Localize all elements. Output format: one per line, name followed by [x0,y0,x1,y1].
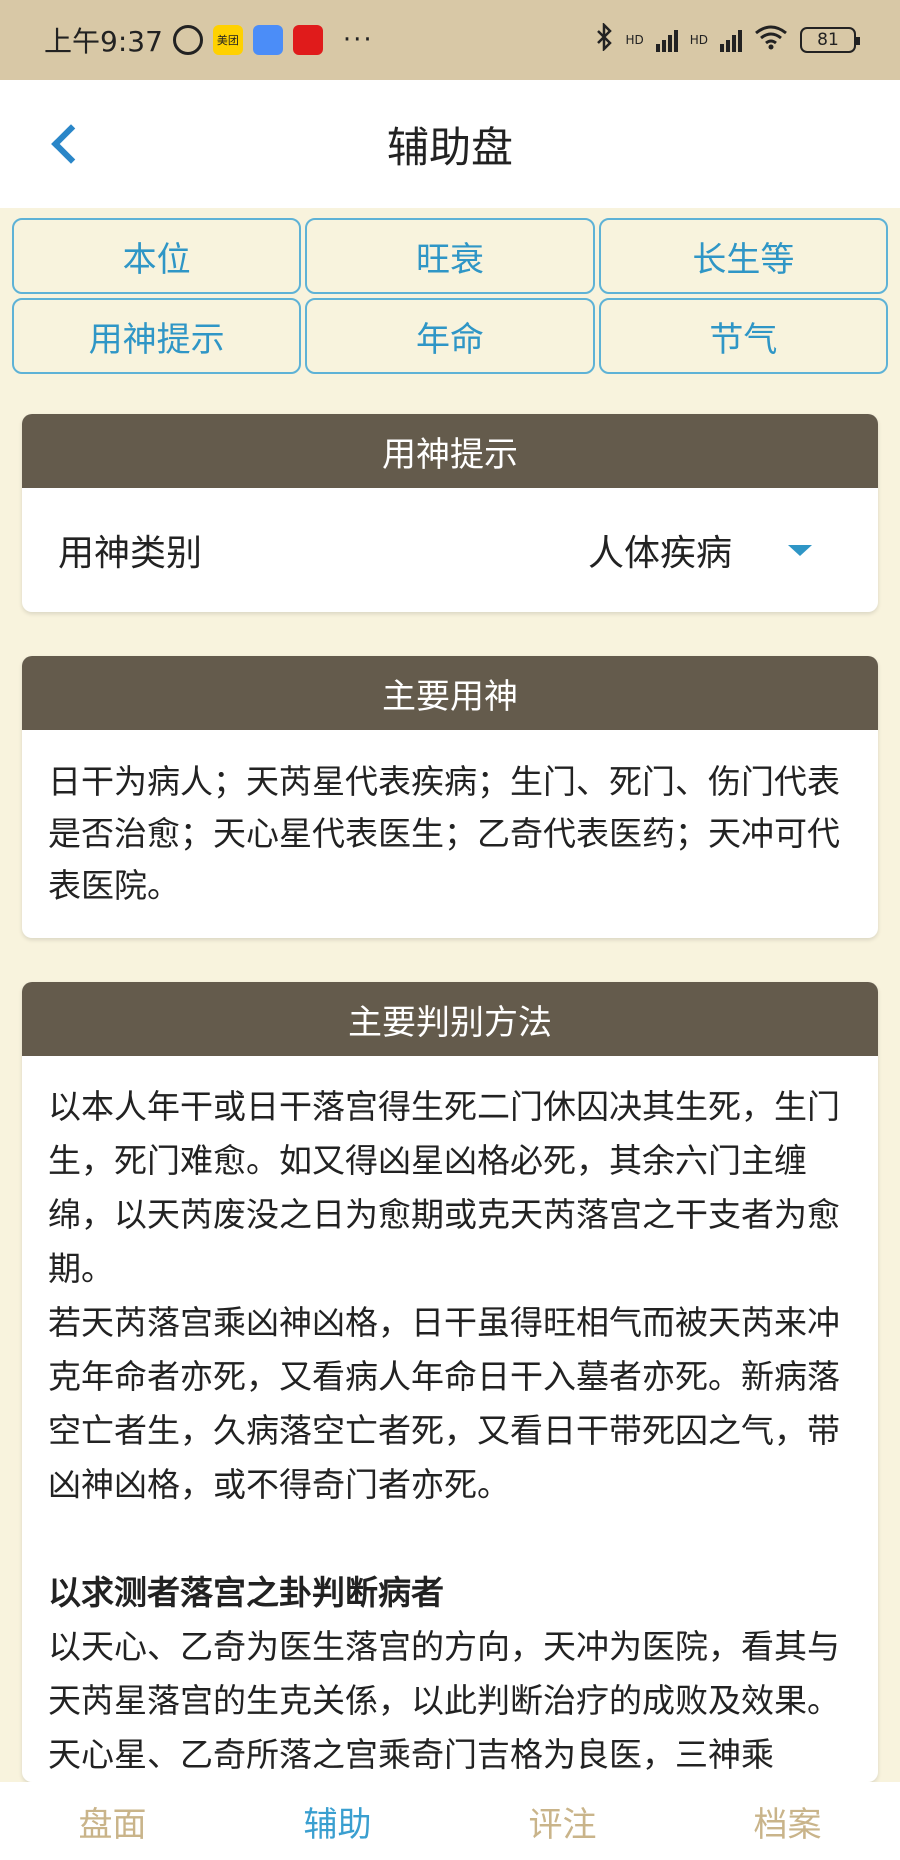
nav-panmian[interactable]: 盘面 [0,1782,225,1860]
alarm-icon [172,25,203,55]
card-header: 主要用神 [22,656,878,730]
chevron-left-icon [51,124,91,164]
meituan-app-icon: 美团 [212,25,243,55]
category-dropdown[interactable]: 人体疾病 [588,524,842,576]
red-app-icon [292,25,323,55]
category-select-row: 用神类别 人体疾病 [22,488,878,612]
nav-dangan[interactable]: 档案 [675,1782,900,1860]
dropdown-arrow-icon [788,544,812,556]
tab-jieqi[interactable]: 节气 [598,298,888,374]
tab-yongshen-tishi[interactable]: 用神提示 [12,298,302,374]
hd-label-2: HD [689,33,708,47]
tab-grid: 本位 旺衰 长生等 用神提示 年命 节气 [12,218,888,374]
method-card: 主要判别方法 以本人年干或日干落宫得生死二门休囚决其生死，生门生，死门难愈。如又… [22,982,878,1782]
category-value: 人体疾病 [587,533,732,574]
hd-label-1: HD [625,33,644,47]
page-title: 辅助盘 [386,122,513,172]
app-header: 辅助盘 [0,80,900,208]
more-notifications-icon: ··· [342,25,374,55]
blue-app-icon [252,25,283,55]
battery-icon: 81 [800,27,860,53]
method-paragraph-1: 以本人年干或日干落宫得生死二门休囚决其生死，生门生，死门难愈。如又得凶星凶格必死… [48,1087,840,1288]
category-label: 用神类别 [58,533,203,574]
card-header: 用神提示 [22,414,878,488]
main-yongshen-text: 日干为病人；天芮星代表疾病；生门、死门、伤门代表是否治愈；天心星代表医生；乙奇代… [48,762,840,905]
status-right: HD HD 81 [595,21,860,58]
nav-fuzhu[interactable]: 辅助 [225,1782,450,1860]
method-paragraph-3: 以天心、乙奇为医生落宫的方向，天冲为医院，看其与天芮星落宫的生克关係，以此判断治… [48,1627,840,1720]
back-button[interactable] [40,114,91,174]
signal-icon-2 [720,28,742,52]
bottom-nav: 盘面 辅助 评注 档案 [0,1782,900,1860]
method-subtitle: 以求测者落宫之卦判断病者 [48,1573,444,1612]
tab-nianming[interactable]: 年命 [305,298,595,374]
card-header: 主要判别方法 [22,982,878,1056]
bluetooth-icon [595,21,613,58]
method-text: 以本人年干或日干落宫得生死二门休囚决其生死，生门生，死门难愈。如又得凶星凶格必死… [22,1056,878,1782]
status-time: 上午9:37 [44,25,163,58]
tab-changsheng[interactable]: 长生等 [598,218,888,294]
method-paragraph-2: 若天芮落宫乘凶神凶格，日干虽得旺相气而被天芮来冲克年命者亦死，又看病人年命日干入… [48,1303,840,1504]
status-bar: 上午9:37 美团 ··· HD HD 81 [0,0,900,80]
wifi-icon [754,24,788,57]
tab-wangshuai[interactable]: 旺衰 [305,218,595,294]
method-paragraph-4: 天心星、乙奇所落之宫乘奇门吉格为良医，三神乘 [48,1735,774,1774]
nav-pingzhu[interactable]: 评注 [450,1782,675,1860]
main-yongshen-card: 主要用神 日干为病人；天芮星代表疾病；生门、死门、伤门代表是否治愈；天心星代表医… [22,656,878,938]
tab-benwei[interactable]: 本位 [12,218,302,294]
yongshen-card: 用神提示 用神类别 人体疾病 [22,414,878,612]
signal-icon-1 [655,28,678,52]
